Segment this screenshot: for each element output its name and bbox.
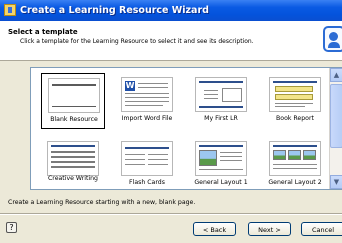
template-label: Creative Writing xyxy=(47,175,98,182)
template-label: Blank Resource xyxy=(50,116,98,123)
title-bar[interactable]: Create a Learning Resource Wizard xyxy=(0,0,342,21)
template-tile-my-first-lr[interactable]: My First LR xyxy=(189,73,253,129)
template-label: Book Report xyxy=(276,115,314,122)
template-thumbnail xyxy=(47,141,99,176)
image-placeholder-icon xyxy=(273,150,286,160)
template-tile-general-layout-2[interactable]: General Layout 2 xyxy=(263,137,327,189)
image-placeholder-icon xyxy=(303,150,316,160)
template-tile-creative-writing[interactable]: Creative Writing xyxy=(41,137,105,189)
scroll-thumb[interactable] xyxy=(330,84,342,148)
template-label: General Layout 1 xyxy=(194,179,248,186)
help-icon[interactable]: ? xyxy=(6,222,17,233)
gallery-scrollbar[interactable]: ▲ ▼ xyxy=(329,68,342,189)
next-button[interactable]: Next > xyxy=(248,222,291,236)
template-thumbnail xyxy=(269,141,321,176)
template-label: Import Word File xyxy=(121,115,173,122)
template-thumbnail xyxy=(195,77,247,112)
template-description: Create a Learning Resource starting with… xyxy=(8,199,196,206)
page-heading: Select a template xyxy=(8,28,78,36)
scroll-up-arrow-icon[interactable]: ▲ xyxy=(330,68,342,82)
wizard-header: Select a template Click a template for t… xyxy=(0,21,342,61)
template-tile-general-layout-1[interactable]: General Layout 1 xyxy=(189,137,253,189)
template-tile-blank-resource[interactable]: Blank Resource xyxy=(41,73,105,129)
cancel-button[interactable]: Cancel xyxy=(301,222,342,236)
template-label: My First LR xyxy=(204,115,238,122)
template-thumbnail: W xyxy=(121,77,173,112)
template-tile-flash-cards[interactable]: Flash Cards xyxy=(115,137,179,189)
template-thumbnail xyxy=(269,77,321,112)
template-label: Flash Cards xyxy=(129,179,165,186)
template-thumbnail xyxy=(195,141,247,176)
window-title: Create a Learning Resource Wizard xyxy=(20,5,209,16)
template-label: General Layout 2 xyxy=(268,179,322,186)
template-tile-book-report[interactable]: Book Report xyxy=(263,73,327,129)
scroll-down-arrow-icon[interactable]: ▼ xyxy=(330,175,342,189)
image-placeholder-icon xyxy=(199,150,217,166)
wizard-user-icon xyxy=(323,26,342,52)
template-gallery: Blank Resource W Import Word File My Fir… xyxy=(30,67,342,190)
template-thumbnail xyxy=(121,141,173,176)
footer-divider xyxy=(0,213,342,215)
back-button[interactable]: < Back xyxy=(193,222,236,236)
image-placeholder-icon xyxy=(288,150,301,160)
page-instructions: Click a template for the Learning Resour… xyxy=(20,38,254,45)
template-thumbnail xyxy=(48,78,100,113)
wizard-window: Create a Learning Resource Wizard Select… xyxy=(0,0,342,243)
word-icon: W xyxy=(125,81,135,91)
template-tile-import-word-file[interactable]: W Import Word File xyxy=(115,73,179,129)
app-icon xyxy=(4,4,16,16)
